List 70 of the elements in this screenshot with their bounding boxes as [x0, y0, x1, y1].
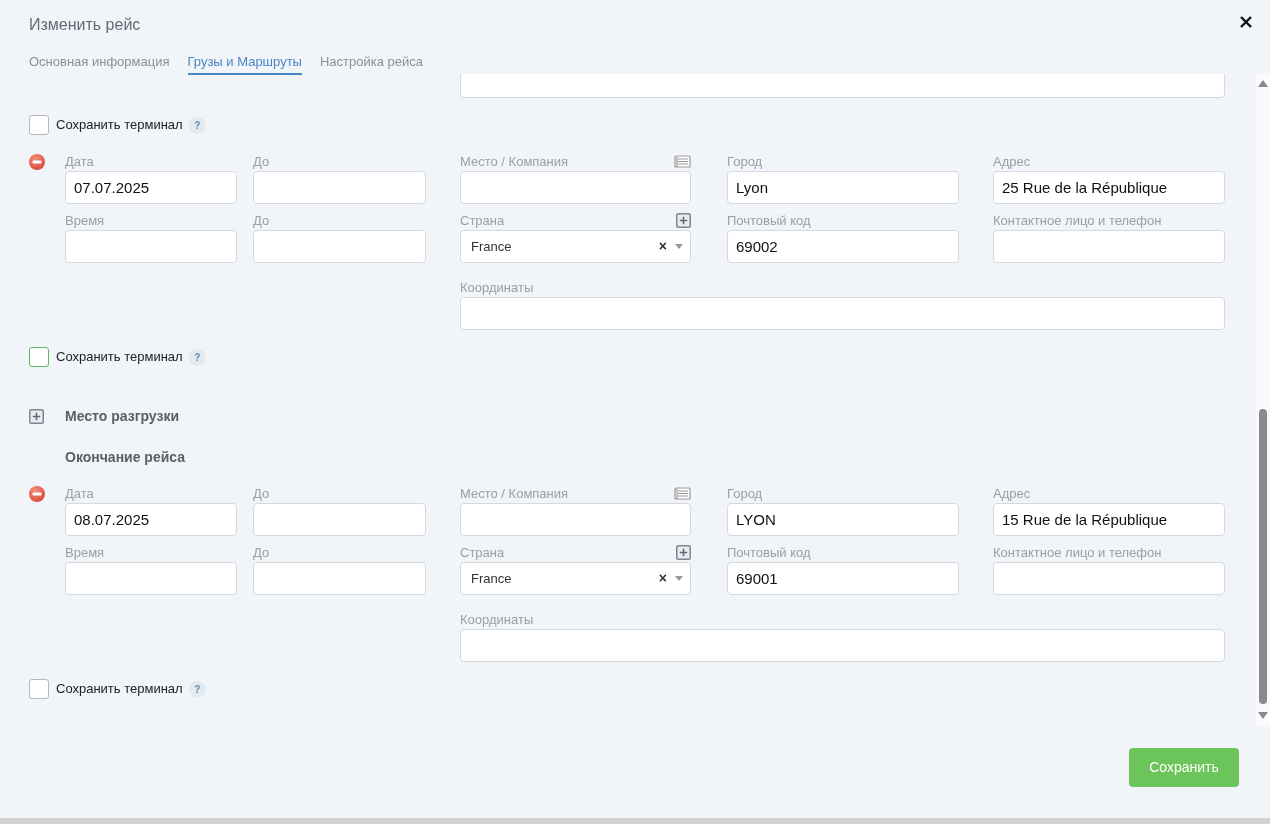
input-field[interactable] — [460, 171, 691, 204]
dialog-title: Изменить рейс — [29, 15, 141, 35]
checkbox-label: Сохранить терминал — [56, 348, 183, 367]
checkbox[interactable] — [29, 347, 49, 367]
checkbox[interactable] — [29, 679, 49, 699]
field-label: До — [253, 544, 270, 562]
field-label: Время — [65, 544, 105, 562]
input-field[interactable] — [65, 230, 237, 263]
add-icon[interactable] — [676, 213, 691, 228]
section-label: Место разгрузки — [65, 406, 179, 426]
field-label: Почтовый код — [727, 544, 811, 562]
field-label: Время — [65, 212, 105, 230]
section-heading: Окончание рейса — [65, 448, 187, 467]
field-label: Координаты — [460, 279, 534, 297]
clear-icon[interactable]: × — [658, 236, 667, 257]
field-label: Место / Компания — [460, 153, 569, 171]
input-field[interactable]: 15 Rue de la République — [993, 503, 1225, 536]
field-label: Контактное лицо и телефон — [993, 544, 1162, 562]
input-field[interactable] — [253, 230, 426, 263]
scrollbar[interactable] — [1256, 74, 1270, 726]
input-field[interactable] — [993, 230, 1225, 263]
field-label: Адрес — [993, 153, 1031, 171]
add-icon[interactable] — [29, 408, 44, 424]
input-field[interactable] — [253, 503, 426, 536]
caret-icon — [675, 576, 683, 581]
input-field[interactable]: 69002 — [727, 230, 959, 263]
field-label: До — [253, 212, 270, 230]
field-label: Дата — [65, 153, 94, 171]
scroll-down-icon[interactable] — [1258, 712, 1268, 719]
field-label: Координаты — [460, 611, 534, 629]
input-field[interactable] — [460, 297, 1225, 330]
input-field[interactable] — [460, 629, 1225, 662]
clear-icon[interactable]: × — [658, 568, 667, 589]
field-label: Дата — [65, 485, 94, 503]
remove-icon[interactable] — [29, 154, 45, 170]
checkbox-label: Сохранить терминал — [56, 680, 183, 699]
input-field[interactable]: 07.07.2025 — [65, 171, 237, 204]
input-field[interactable]: 08.07.2025 — [65, 503, 237, 536]
field-label: Страна — [460, 212, 505, 230]
input-field[interactable]: LYON — [727, 503, 959, 536]
field-label: Город — [727, 153, 763, 171]
input-field[interactable]: 25 Rue de la République — [993, 171, 1225, 204]
input-field[interactable]: Lyon — [727, 171, 959, 204]
country-select[interactable]: France × — [460, 562, 691, 595]
field-label: Город — [727, 485, 763, 503]
input-field[interactable]: 69001 — [727, 562, 959, 595]
directory-icon[interactable] — [674, 155, 691, 168]
input-field[interactable] — [253, 171, 426, 204]
tab[interactable]: Грузы и Маршруты — [187, 51, 302, 75]
input-field[interactable] — [993, 562, 1225, 595]
field-label: Почтовый код — [727, 212, 811, 230]
input-field[interactable] — [253, 562, 426, 595]
directory-icon[interactable] — [674, 487, 691, 500]
scroll-up-icon[interactable] — [1258, 80, 1268, 87]
checkbox-label: Сохранить терминал — [56, 116, 183, 135]
input-field[interactable] — [460, 503, 691, 536]
input-field[interactable] — [460, 74, 1225, 98]
field-label: До — [253, 153, 270, 171]
close-icon[interactable] — [1240, 16, 1252, 28]
input-field[interactable] — [65, 562, 237, 595]
add-icon[interactable] — [676, 545, 691, 560]
field-label: Место / Компания — [460, 485, 569, 503]
checkbox[interactable] — [29, 115, 49, 135]
remove-icon[interactable] — [29, 486, 45, 502]
field-label: Контактное лицо и телефон — [993, 212, 1162, 230]
caret-icon — [675, 244, 683, 249]
country-select[interactable]: France × — [460, 230, 691, 263]
field-label: Адрес — [993, 485, 1031, 503]
field-label: Страна — [460, 544, 505, 562]
field-label: До — [253, 485, 270, 503]
